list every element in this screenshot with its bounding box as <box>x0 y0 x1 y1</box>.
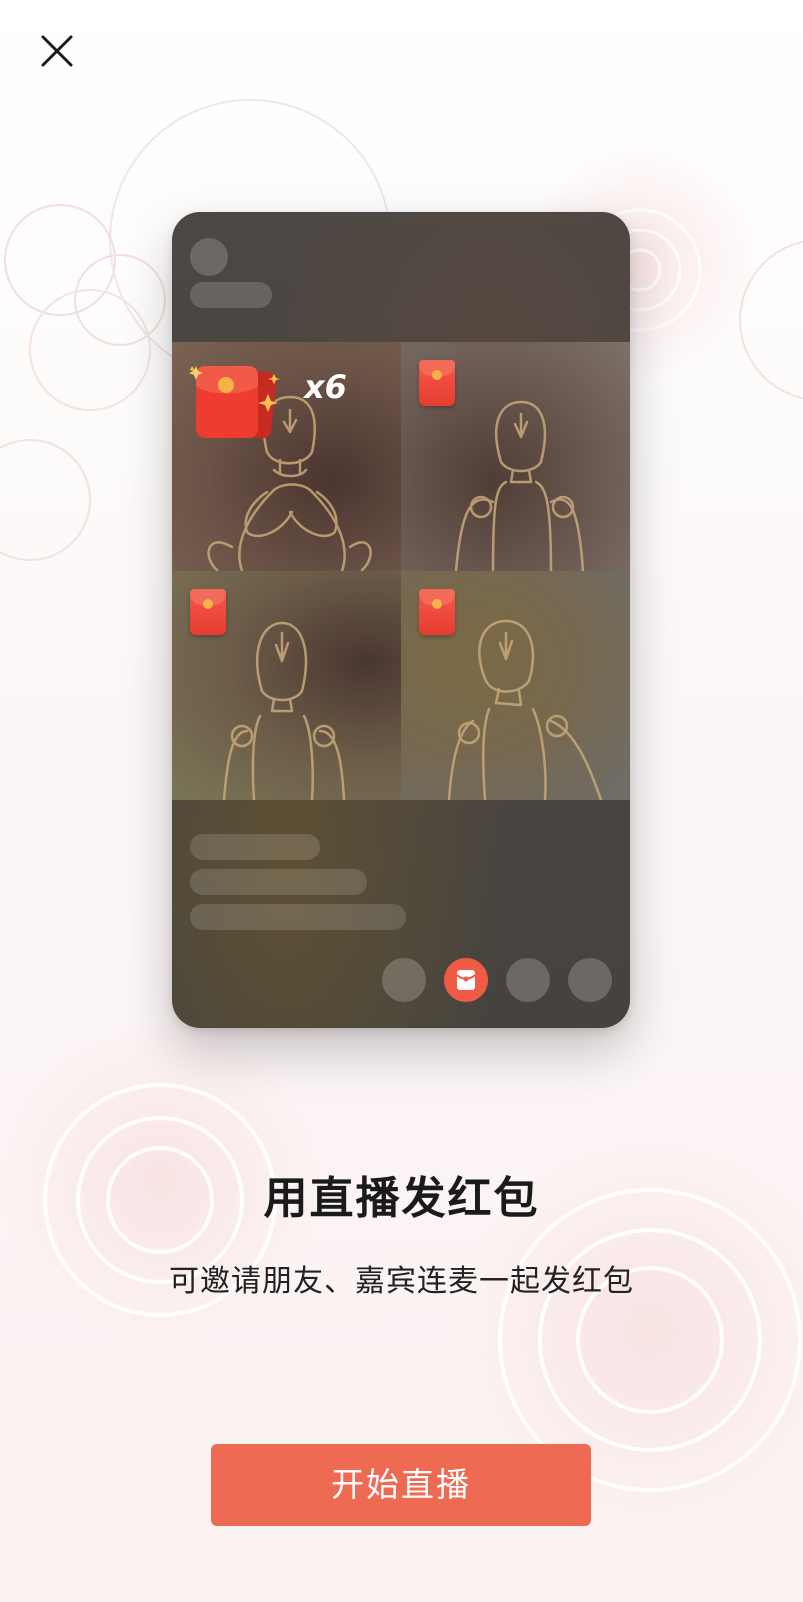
comment-placeholder <box>190 869 367 895</box>
red-envelope-icon <box>189 366 280 439</box>
control-placeholder <box>506 958 550 1002</box>
control-placeholder <box>382 958 426 1002</box>
video-tile-guest-1 <box>401 342 630 571</box>
video-tile-guest-3 <box>401 571 630 800</box>
live-preview-illustration: x6 <box>172 212 630 1028</box>
video-tile-guest-2 <box>172 571 401 800</box>
video-tile-host: x6 <box>172 342 401 571</box>
comment-placeholder <box>190 834 320 860</box>
start-live-button[interactable]: 开始直播 <box>211 1444 591 1526</box>
host-name-placeholder <box>190 282 272 308</box>
page-subtitle: 可邀请朋友、嘉宾连麦一起发红包 <box>169 1264 634 1299</box>
red-envelope-stack: x6 <box>186 356 347 446</box>
host-avatar-placeholder <box>190 238 228 276</box>
close-button[interactable] <box>32 26 82 76</box>
red-envelope-control <box>444 958 488 1002</box>
red-envelope-icon <box>419 589 455 635</box>
red-envelope-icon <box>419 360 455 406</box>
control-placeholder <box>568 958 612 1002</box>
page-title: 用直播发红包 <box>263 1173 540 1224</box>
comment-placeholder <box>190 904 406 930</box>
close-icon <box>41 35 73 67</box>
red-envelope-icon <box>190 589 226 635</box>
envelope-count-badge: x6 <box>304 368 347 406</box>
video-grid: x6 <box>172 342 630 800</box>
red-envelope-icon <box>456 970 476 990</box>
